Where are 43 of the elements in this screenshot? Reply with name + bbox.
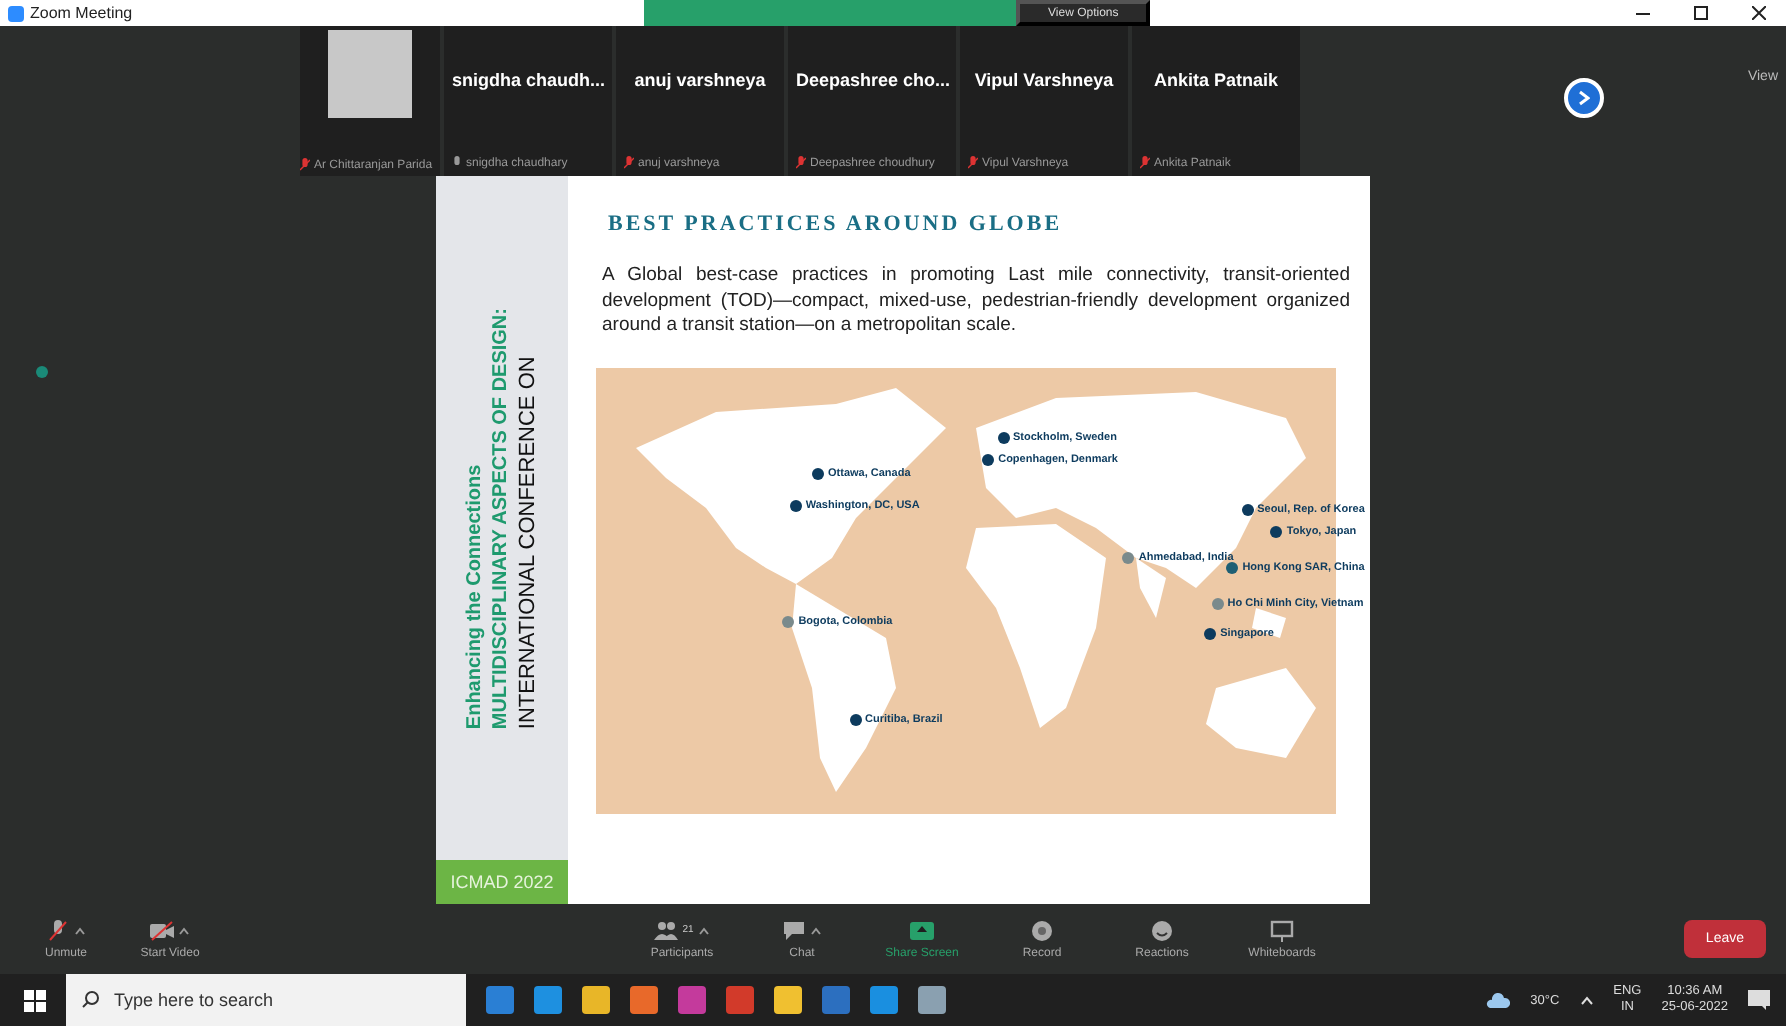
muted-mic-icon xyxy=(46,919,70,941)
status-dot-icon xyxy=(36,366,48,378)
muted-mic-icon xyxy=(1140,156,1150,170)
chat-bubble-icon xyxy=(782,919,806,941)
participant-name: anuj varshneya xyxy=(632,70,768,90)
conference-title: MULTIDISCIPLINARY ASPECTS OF DESIGN: xyxy=(490,307,512,729)
window-title: Zoom Meeting xyxy=(30,4,133,22)
muted-mic-icon xyxy=(968,156,978,170)
participant-name: Vipul Varshneya xyxy=(972,70,1116,90)
conference-title: INTERNATIONAL CONFERENCE ON xyxy=(516,353,540,729)
video-placeholder xyxy=(328,30,412,118)
smiley-icon xyxy=(1150,919,1174,941)
participant-name: Deepashree cho... xyxy=(796,70,948,90)
caret-icon[interactable] xyxy=(697,925,710,935)
maximize-icon[interactable] xyxy=(1694,6,1708,20)
chevron-right-icon xyxy=(1578,90,1590,106)
record-icon xyxy=(1030,919,1054,941)
tray-caret-icon[interactable] xyxy=(1579,995,1594,1005)
conference-title: Enhancing the Connections xyxy=(464,462,486,729)
mic-icon xyxy=(452,156,462,170)
caret-icon[interactable] xyxy=(810,925,822,935)
app-logo-icon xyxy=(8,5,24,21)
search-icon xyxy=(82,990,100,1008)
muted-mic-icon xyxy=(300,158,310,172)
video-off-icon xyxy=(150,919,174,941)
people-icon xyxy=(654,919,679,941)
slide-paragraph: A Global best-case practices in promoting Last mile connectivity, transit-oriented development (TOD)—compact, mixed-use, pedestrian-friendly development organized around a transit station—on a metropolitan scale. xyxy=(602,264,1350,339)
windows-start-icon[interactable] xyxy=(24,989,46,1011)
next-page-button[interactable] xyxy=(1564,78,1604,118)
conference-badge: ICMAD 2022 xyxy=(436,860,568,904)
caret-icon[interactable] xyxy=(74,925,86,935)
participant-name: Ankita Patnaik xyxy=(1151,70,1281,90)
whiteboard-icon xyxy=(1270,919,1294,941)
taskbar-search-field[interactable]: Type here to search xyxy=(66,974,466,1026)
cloud-icon xyxy=(1486,992,1511,1008)
close-icon[interactable] xyxy=(1752,6,1766,20)
notification-icon[interactable] xyxy=(1748,990,1770,1010)
muted-mic-icon xyxy=(624,156,634,170)
participant-name: snigdha chaudh... xyxy=(452,70,604,90)
slide-heading: BEST PRACTICES AROUND GLOBE xyxy=(606,212,1065,236)
share-screen-icon xyxy=(910,919,934,941)
caret-icon[interactable] xyxy=(178,925,190,935)
muted-mic-icon xyxy=(796,156,806,170)
